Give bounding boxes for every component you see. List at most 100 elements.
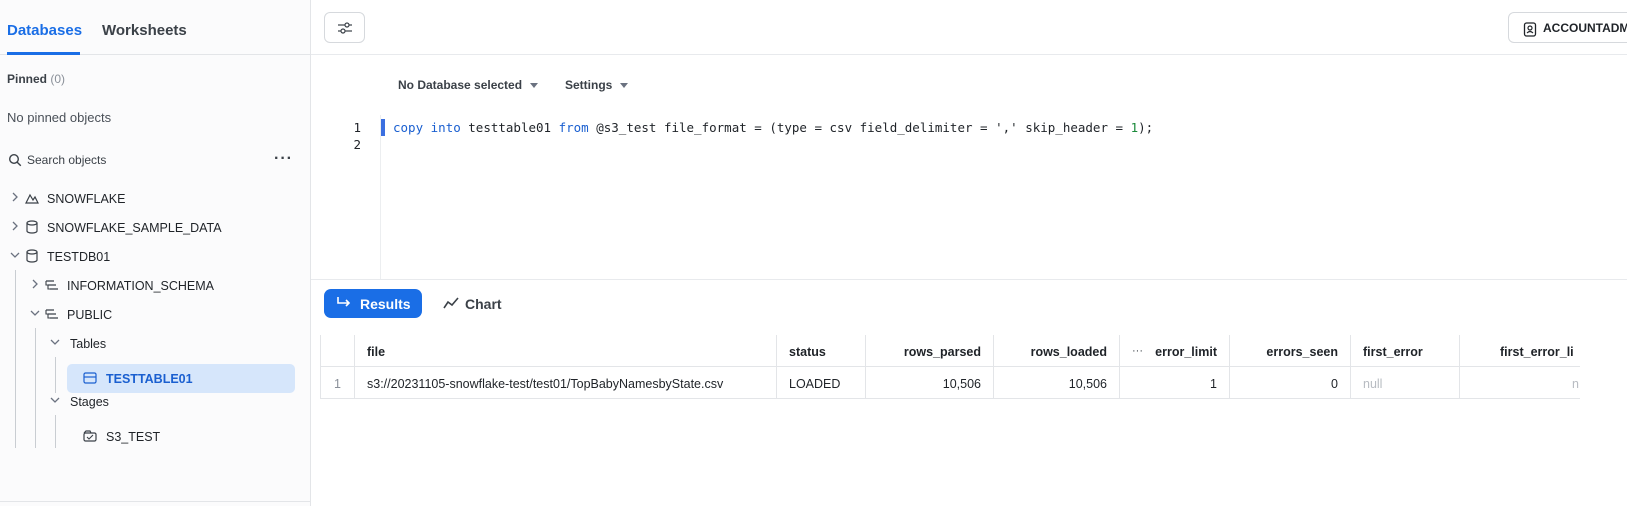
settings-dropdown[interactable]: Settings [565, 78, 629, 92]
table-cell-errors-seen[interactable]: 0 [1230, 367, 1351, 399]
line-number: 2 [353, 137, 361, 152]
app-window: Databases Worksheets Pinned (0) No pinne… [0, 0, 1627, 506]
schema-icon [45, 280, 58, 290]
tree-item-label: Stages [70, 395, 109, 409]
search-icon [8, 153, 22, 167]
tree-item-s3-test[interactable]: S3_TEST [67, 424, 295, 450]
top-toolbar: ACCOUNTADMI [311, 0, 1627, 55]
tree-item-information-schema[interactable]: INFORMATION_SCHEMA [20, 273, 311, 299]
tree-item-snowflake-sample-data[interactable]: SNOWFLAKE_SAMPLE_DATA [0, 215, 311, 241]
row-number: 1 [334, 377, 341, 391]
column-header-error-limit[interactable]: ··· error_limit [1120, 335, 1230, 367]
column-header-rows-loaded[interactable]: rows_loaded [994, 335, 1120, 367]
column-header-rows-parsed[interactable]: rows_parsed [866, 335, 994, 367]
chevron-down-icon[interactable] [49, 336, 61, 348]
tree-item-label: Tables [70, 337, 107, 351]
sidebar-bottom-divider [0, 501, 311, 502]
tree-item-public[interactable]: PUBLIC [20, 302, 311, 328]
database-selector[interactable]: No Database selected [398, 78, 539, 92]
context-bar: No Database selected Settings [311, 55, 1627, 115]
column-header-label: status [789, 345, 826, 359]
tree-item-label: S3_TEST [106, 430, 161, 444]
column-header-label: file [367, 345, 386, 359]
chart-tab-button[interactable]: Chart [441, 289, 521, 318]
role-selector-button[interactable]: ACCOUNTADMI [1508, 12, 1627, 43]
object-search: ··· [0, 148, 311, 172]
role-badge-icon [1523, 22, 1537, 37]
table-cell-first-error[interactable]: null [1351, 367, 1460, 399]
caret-down-icon [530, 83, 539, 89]
chevron-right-icon[interactable] [9, 191, 21, 203]
object-explorer-sidebar: Databases Worksheets Pinned (0) No pinne… [0, 0, 311, 506]
table-icon [83, 372, 97, 384]
chart-tab-label: Chart [465, 296, 502, 312]
tree-item-tables[interactable]: Tables [40, 331, 311, 357]
chevron-down-icon[interactable] [9, 249, 21, 261]
tree-guide-line [55, 357, 56, 393]
column-header-first-error-line[interactable]: first_error_li [1460, 335, 1580, 367]
chevron-down-icon[interactable] [49, 394, 61, 406]
role-label: ACCOUNTADMI [1543, 21, 1627, 35]
column-header-errors-seen[interactable]: errors_seen [1230, 335, 1351, 367]
sql-editor[interactable]: 1 2 copy into testtable01 from @s3_test … [311, 115, 1627, 280]
filter-settings-button[interactable] [324, 12, 365, 43]
tree-item-label: SNOWFLAKE_SAMPLE_DATA [47, 221, 222, 235]
tab-worksheets[interactable]: Worksheets [102, 22, 187, 39]
tree-item-stages[interactable]: Stages [40, 389, 311, 415]
column-menu-icon[interactable]: ··· [1132, 345, 1143, 357]
table-cell-rows-parsed[interactable]: 10,506 [866, 367, 994, 399]
line-chart-icon [443, 297, 459, 309]
table-cell-rows-loaded[interactable]: 10,506 [994, 367, 1120, 399]
sidebar-tabs: Databases Worksheets [0, 0, 311, 55]
active-tab-indicator [7, 52, 80, 55]
pinned-count: (0) [50, 72, 66, 86]
cell-value: 1 [1210, 377, 1217, 391]
tree-item-label: SNOWFLAKE [47, 192, 126, 206]
table-cell-error-limit[interactable]: 1 [1120, 367, 1230, 399]
column-header-status[interactable]: status [777, 335, 866, 367]
column-header-label: error_limit [1155, 345, 1217, 359]
row-number-header [320, 335, 355, 367]
editor-gutter-divider [380, 115, 381, 280]
row-number-cell: 1 [320, 367, 355, 399]
cell-value: 10,506 [942, 377, 981, 391]
cell-value: 0 [1331, 377, 1338, 391]
column-header-label: first_error [1363, 345, 1423, 359]
return-arrow-icon [337, 297, 351, 307]
column-header-file[interactable]: file [355, 335, 777, 367]
tree-item-label: INFORMATION_SCHEMA [67, 279, 214, 293]
search-input[interactable] [27, 151, 257, 169]
column-header-label: first_error_li [1500, 345, 1574, 359]
tab-databases[interactable]: Databases [7, 22, 82, 39]
line-number: 1 [353, 120, 361, 135]
table-cell-status[interactable]: LOADED [777, 367, 866, 399]
more-options-icon[interactable]: ··· [274, 150, 293, 168]
cell-value: 10,506 [1068, 377, 1107, 391]
chevron-down-icon[interactable] [29, 307, 41, 319]
database-icon [26, 220, 38, 234]
table-cell-first-error-line[interactable]: n [1460, 367, 1580, 399]
sql-code-line[interactable]: copy into testtable01 from @s3_test file… [393, 120, 1153, 135]
results-tab-button[interactable]: Results [324, 289, 422, 318]
chevron-right-icon[interactable] [29, 278, 41, 290]
chevron-right-icon[interactable] [9, 220, 21, 232]
cell-value: s3://20231105-snowflake-test/test01/TopB… [367, 377, 724, 391]
tree-item-testdb01[interactable]: TESTDB01 [0, 244, 311, 270]
stage-icon [83, 430, 97, 442]
shared-database-icon [25, 193, 39, 204]
cell-value: LOADED [789, 377, 841, 391]
database-selector-label: No Database selected [398, 78, 523, 92]
column-header-label: rows_parsed [903, 345, 981, 359]
tree-item-label: TESTDB01 [47, 250, 111, 264]
pinned-section-header[interactable]: Pinned (0) [7, 72, 65, 86]
table-cell-file[interactable]: s3://20231105-snowflake-test/test01/TopB… [355, 367, 777, 399]
column-header-first-error[interactable]: first_error [1351, 335, 1460, 367]
tree-item-label: TESTTABLE01 [106, 372, 193, 386]
tree-guide-line [15, 270, 16, 448]
sliders-icon [338, 22, 352, 34]
editor-results-divider[interactable] [311, 279, 1627, 280]
results-tab-label: Results [360, 296, 411, 312]
caret-down-icon [620, 83, 629, 89]
tree-item-snowflake[interactable]: SNOWFLAKE [0, 186, 311, 212]
column-header-label: rows_loaded [1030, 345, 1107, 359]
